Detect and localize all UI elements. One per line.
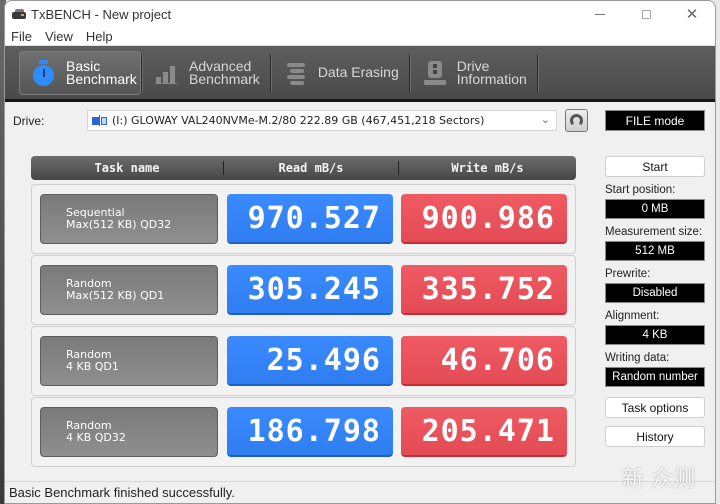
refresh-icon — [570, 114, 583, 127]
app-drive-icon — [11, 8, 27, 20]
table-row: Sequential Max(512 KB) QD32 970.527 900.9… — [31, 184, 576, 254]
drive-select[interactable]: (I:) GLOWAY VAL240NVMe-M.2/80 222.89 GB … — [87, 110, 557, 131]
task-options-button[interactable]: Task options — [605, 397, 705, 418]
task-button[interactable]: Sequential Max(512 KB) QD32 — [40, 194, 218, 244]
window-title: TxBENCH - New project — [31, 6, 172, 22]
tab-advanced-benchmark[interactable]: Advanced Benchmark — [143, 51, 270, 95]
menu-help[interactable]: Help — [86, 29, 113, 44]
results-header: Task name Read mB/s Write mB/s — [31, 156, 576, 180]
tab-label-line2: Benchmark — [189, 70, 260, 87]
eraser-spring-icon — [284, 60, 308, 86]
header-read: Read mB/s — [224, 161, 399, 175]
write-value: 335.752 — [401, 265, 567, 315]
minimize-button[interactable] — [577, 1, 623, 27]
table-row: Random 4 KB QD1 25.496 46.706 — [31, 326, 576, 396]
write-value: 900.986 — [401, 194, 567, 244]
drive-info-icon — [423, 60, 447, 86]
settings-panel: Start Start position: 0 MB Measurement s… — [605, 156, 707, 447]
watermark: 新 众测 — [622, 467, 695, 492]
start-button[interactable]: Start — [605, 156, 705, 177]
task-button[interactable]: Random Max(512 KB) QD1 — [40, 265, 218, 315]
refresh-drives-button[interactable] — [565, 109, 588, 132]
write-value: 205.471 — [401, 407, 567, 457]
table-row: Random Max(512 KB) QD1 305.245 335.752 — [31, 255, 576, 325]
writing-data-label: Writing data: — [605, 352, 670, 364]
close-button[interactable]: ✕ — [669, 1, 715, 27]
tab-label-line2: Information — [456, 70, 527, 87]
txbench-window: TxBENCH - New project ✕ File View Help B… — [4, 0, 716, 504]
task-button[interactable]: Random 4 KB QD32 — [40, 407, 218, 457]
menu-file[interactable]: File — [11, 29, 32, 44]
prewrite-value[interactable]: Disabled — [605, 283, 705, 303]
minimize-icon — [595, 13, 605, 15]
main-toolbar: Basic Benchmark Advanced Benchmark Data Er… — [5, 46, 715, 102]
results-table: Sequential Max(512 KB) QD32 970.527 900.9… — [31, 184, 576, 468]
read-value: 305.245 — [227, 265, 393, 315]
chevron-down-icon: ⌄ — [540, 113, 550, 126]
task-name-line2: 4 KB QD1 — [66, 360, 119, 373]
write-value: 46.706 — [401, 336, 567, 386]
alignment-value[interactable]: 4 KB — [605, 325, 705, 345]
maximize-icon — [641, 9, 651, 19]
start-position-value[interactable]: 0 MB — [605, 199, 705, 219]
title-bar: TxBENCH - New project ✕ — [5, 1, 715, 27]
header-task-name: Task name — [31, 161, 224, 175]
tab-drive-information[interactable]: Drive Information — [411, 51, 537, 95]
bar-chart-icon — [155, 60, 179, 86]
start-position-label: Start position: — [605, 184, 676, 196]
task-name-line2: Max(512 KB) QD1 — [66, 289, 165, 302]
stopwatch-icon — [32, 59, 56, 86]
measurement-size-value[interactable]: 512 MB — [605, 241, 705, 261]
read-value: 186.798 — [227, 407, 393, 457]
menu-view[interactable]: View — [45, 29, 73, 44]
header-write: Write mB/s — [451, 161, 524, 175]
maximize-button[interactable] — [623, 1, 669, 27]
toolbar-divider — [536, 53, 539, 92]
status-bar: Basic Benchmark finished successfully. — [5, 481, 715, 503]
drive-select-value: (I:) GLOWAY VAL240NVMe-M.2/80 222.89 GB … — [112, 114, 485, 127]
tab-label-line2: Benchmark — [66, 70, 137, 87]
table-row: Random 4 KB QD32 186.798 205.471 — [31, 397, 576, 467]
tab-label: Data Erasing — [317, 64, 399, 80]
task-name-line2: 4 KB QD32 — [66, 431, 126, 444]
prewrite-label: Prewrite: — [605, 268, 651, 280]
task-button[interactable]: Random 4 KB QD1 — [40, 336, 218, 386]
task-name-line2: Max(512 KB) QD32 — [66, 218, 172, 231]
benchmark-panel: Drive: (I:) GLOWAY VAL240NVMe-M.2/80 222… — [5, 102, 715, 490]
read-value: 25.496 — [227, 336, 393, 386]
read-value: 970.527 — [227, 194, 393, 244]
status-text: Basic Benchmark finished successfully. — [9, 485, 235, 500]
drive-label: Drive: — [13, 114, 45, 128]
tab-data-erasing[interactable]: Data Erasing — [272, 51, 409, 95]
writing-data-value[interactable]: Random number — [605, 367, 705, 387]
menu-bar: File View Help — [5, 27, 715, 46]
file-mode-indicator: FILE mode — [605, 110, 705, 131]
close-icon: ✕ — [685, 5, 699, 23]
nvme-drive-icon — [92, 115, 108, 126]
tab-basic-benchmark[interactable]: Basic Benchmark — [19, 50, 141, 95]
history-button[interactable]: History — [605, 426, 705, 447]
measurement-size-label: Measurement size: — [605, 226, 703, 238]
alignment-label: Alignment: — [605, 310, 660, 322]
